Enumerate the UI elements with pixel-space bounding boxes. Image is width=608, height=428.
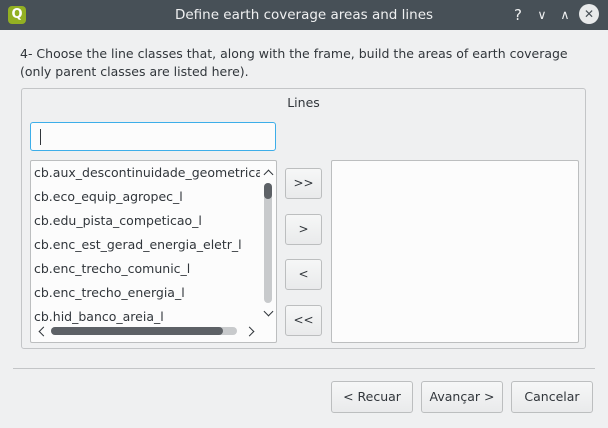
maximize-button[interactable]: ∧ [555, 5, 575, 25]
scroll-left-icon[interactable] [38, 326, 49, 337]
list-item[interactable]: cb.enc_trecho_energia_l [34, 281, 260, 305]
footer-separator [13, 368, 595, 369]
remove-all-button[interactable]: << [285, 305, 322, 336]
close-button[interactable]: ✕ [579, 4, 599, 24]
vertical-scrollbar[interactable] [261, 165, 275, 321]
available-classes-list[interactable]: cb.aux_descontinuidade_geometrica cb.eco_… [30, 160, 277, 343]
list-item[interactable]: cb.enc_est_gerad_energia_eletr_l [34, 233, 260, 257]
horizontal-scroll-thumb[interactable] [51, 327, 223, 335]
horizontal-scrollbar[interactable] [35, 324, 259, 338]
list-item[interactable]: cb.edu_pista_competicao_l [34, 209, 260, 233]
list-item[interactable]: cb.enc_trecho_comunic_l [34, 257, 260, 281]
minimize-button[interactable]: ∨ [532, 5, 552, 25]
scroll-down-icon[interactable] [263, 306, 274, 317]
vertical-scroll-track[interactable] [264, 183, 272, 303]
lines-groupbox: Lines cb.aux_descontinuidade_geometrica c… [21, 88, 586, 349]
text-caret [40, 129, 41, 145]
available-items: cb.aux_descontinuidade_geometrica cb.eco_… [34, 161, 260, 325]
add-selected-button[interactable]: > [285, 214, 322, 245]
add-all-button[interactable]: >> [285, 168, 322, 199]
next-button[interactable]: Avançar > [421, 381, 503, 413]
list-item[interactable]: cb.aux_descontinuidade_geometrica [34, 161, 260, 185]
selected-classes-list[interactable] [331, 160, 579, 343]
remove-selected-button[interactable]: < [285, 259, 322, 290]
scroll-up-icon[interactable] [263, 169, 274, 180]
vertical-scroll-thumb[interactable] [264, 183, 272, 199]
horizontal-scroll-track[interactable] [51, 327, 237, 335]
list-item[interactable]: cb.eco_equip_agropec_l [34, 185, 260, 209]
title-bar: Q Define earth coverage areas and lines … [0, 0, 608, 30]
cancel-button[interactable]: Cancelar [511, 381, 593, 413]
help-button[interactable]: ? [508, 5, 528, 25]
scroll-right-icon[interactable] [244, 326, 255, 337]
back-button[interactable]: < Recuar [331, 381, 413, 413]
list-item[interactable]: cb.hid_banco_areia_l [34, 305, 260, 325]
group-title: Lines [287, 95, 320, 110]
filter-input[interactable] [30, 122, 276, 151]
instruction-text: 4- Choose the line classes that, along w… [20, 46, 568, 79]
